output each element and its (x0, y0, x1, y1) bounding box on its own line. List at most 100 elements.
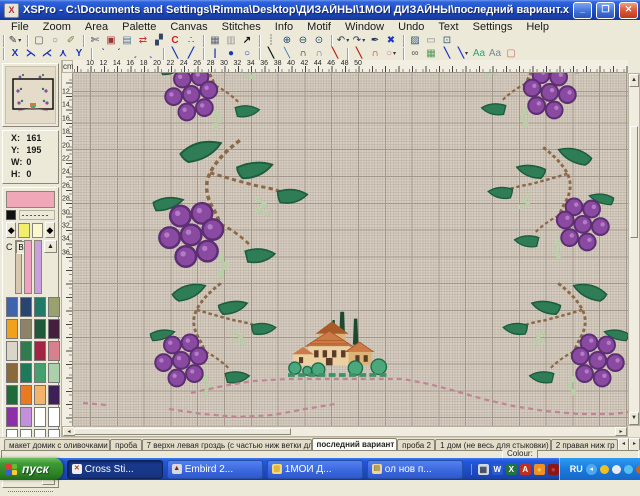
backstitch-beaded-button[interactable]: ╲ (279, 48, 295, 60)
special-stitch-alt-button[interactable]: ╲▾ (455, 48, 471, 60)
pen-button[interactable]: ✒ (367, 35, 383, 47)
copy-motif-button[interactable]: ▣ (103, 35, 119, 47)
excel-icon[interactable]: X (506, 464, 517, 475)
palette-swatch[interactable] (34, 319, 46, 339)
half-cross-left-button[interactable]: ⋋ (23, 48, 39, 60)
palette-swatch[interactable] (6, 385, 18, 405)
menu-stitches[interactable]: Stitches (215, 21, 268, 34)
pattern-preview[interactable] (5, 66, 56, 124)
scroll-down-arrow[interactable]: ▼ (629, 412, 639, 425)
task-button-3[interactable]: ▆1МОИ Д... (267, 460, 363, 479)
tray-chevron-icon[interactable]: ◂ (586, 464, 597, 475)
thread-column-3[interactable] (34, 240, 42, 294)
menu-zoom[interactable]: Zoom (36, 21, 78, 34)
save-motif-button[interactable]: ▥ (223, 35, 239, 47)
menu-text[interactable]: Text (431, 21, 465, 34)
palette-swatch[interactable] (6, 319, 18, 339)
grid-select-button[interactable]: ▢ (503, 48, 519, 60)
menu-motif[interactable]: Motif (300, 21, 338, 34)
redo-button[interactable]: ↷▾ (351, 35, 367, 47)
paste-motif-button[interactable]: ▤ (119, 35, 135, 47)
palette-swatch[interactable] (34, 341, 46, 361)
quarter-bl-button[interactable]: ˏ (127, 48, 143, 60)
highlight-color-1[interactable] (18, 223, 29, 238)
thick-backstitch-button[interactable]: ╲ (351, 48, 367, 60)
mirror-motif-button[interactable]: ▞ (151, 35, 167, 47)
vertical-scroll-thumb[interactable] (630, 126, 638, 238)
thick-curve-button[interactable]: ∩ (367, 48, 383, 60)
menu-canvas[interactable]: Canvas (163, 21, 214, 34)
menu-file[interactable]: File (4, 21, 36, 34)
palette-swatch[interactable] (20, 297, 32, 317)
text-tool-alt-button[interactable]: Aa (487, 48, 503, 60)
select-rect-button[interactable]: ▢ (31, 35, 47, 47)
backstitch-style-sample[interactable] (19, 210, 55, 220)
curve-stitch-button[interactable]: ∩ (295, 48, 311, 60)
highlight-color-2[interactable] (32, 223, 43, 238)
text-tool-button[interactable]: Aa (471, 48, 487, 60)
cut-motif-button[interactable]: ✄ (87, 35, 103, 47)
menu-window[interactable]: Window (338, 21, 391, 34)
pencil-tool-dropdown-icon[interactable]: ▾ (18, 37, 21, 44)
language-indicator[interactable]: RU (570, 464, 583, 474)
stitch-color-square[interactable] (6, 210, 16, 220)
menu-help[interactable]: Help (519, 21, 556, 34)
pencil-tool-button[interactable]: ✎▾ (7, 35, 23, 47)
bead-button[interactable]: ● (223, 48, 239, 60)
special-stitch-alt-dropdown-icon[interactable]: ▾ (465, 50, 468, 57)
menu-info[interactable]: Info (268, 21, 300, 34)
next-color-button[interactable]: ◆ (45, 222, 55, 238)
outline-bead-button[interactable]: ○ (239, 48, 255, 60)
palette-scroll-up[interactable]: ▲ (44, 240, 57, 253)
task-button-2[interactable]: ▲Embird 2... (167, 460, 263, 479)
vertical-stitch-button[interactable]: | (207, 48, 223, 60)
menu-settings[interactable]: Settings (466, 21, 520, 34)
palette-swatch[interactable] (34, 385, 46, 405)
corner-motif-button[interactable]: ∴ (183, 35, 199, 47)
palette-swatch[interactable] (48, 363, 60, 383)
stitch-guide-button[interactable]: ┊ (263, 35, 279, 47)
select-lasso-button[interactable]: ○ (47, 35, 63, 47)
tray-update-icon[interactable] (636, 465, 640, 474)
quarter-br-button[interactable]: ˎ (143, 48, 159, 60)
menu-area[interactable]: Area (78, 21, 115, 34)
scroll-right-arrow[interactable]: ▸ (615, 427, 627, 436)
palette-swatch[interactable] (6, 297, 18, 317)
restore-button[interactable]: ❐ (596, 2, 615, 19)
palette-swatch[interactable] (6, 341, 18, 361)
half-stitch-fwd-button[interactable]: ╱ (183, 48, 199, 60)
quarter-tr-button[interactable]: ˊ (111, 48, 127, 60)
palette-swatch[interactable] (34, 407, 46, 427)
half-cross-right-button[interactable]: ⋌ (39, 48, 55, 60)
undo-dropdown-icon[interactable]: ▾ (346, 37, 349, 44)
palette-swatch[interactable] (48, 407, 60, 427)
hoop-circle-dropdown-icon[interactable]: ▾ (393, 50, 396, 57)
palette-swatch[interactable] (34, 363, 46, 383)
palette-swatch[interactable] (6, 407, 18, 427)
backstitch-button[interactable]: ╲ (263, 48, 279, 60)
design-canvas[interactable] (73, 73, 629, 426)
red-ball-icon[interactable]: ● (548, 464, 559, 475)
motif-library-button[interactable]: ▦ (207, 35, 223, 47)
palette-swatch[interactable] (48, 319, 60, 339)
horizontal-scroll-thumb[interactable] (74, 428, 291, 435)
prev-color-button[interactable]: ◆ (6, 222, 16, 238)
rotate-motif-button[interactable]: C (167, 35, 183, 47)
special-stitch-button[interactable]: ╲ (439, 48, 455, 60)
curve-beaded-button[interactable]: ∩ (311, 48, 327, 60)
new-page-button[interactable]: ▭ (423, 35, 439, 47)
select-freeform-button[interactable]: ✐ (63, 35, 79, 47)
pointer-button[interactable]: ↗ (239, 35, 255, 47)
palette-swatch[interactable] (34, 297, 46, 317)
task-button-4[interactable]: ▤ол нов п... (367, 460, 463, 479)
palette-swatch[interactable] (48, 385, 60, 405)
menu-palette[interactable]: Palette (115, 21, 163, 34)
full-cross-button[interactable]: X (7, 48, 23, 60)
delete-stitch-button[interactable]: ✖ (383, 35, 399, 47)
horizontal-scrollbar[interactable]: ◂ ▸ (62, 426, 628, 437)
vertical-scrollbar[interactable]: ▲ ▼ (628, 73, 640, 426)
tray-yellow-icon[interactable] (600, 465, 609, 474)
palette-swatch[interactable] (20, 363, 32, 383)
upright-cross-button[interactable]: Y (71, 48, 87, 60)
palette-swatch[interactable] (48, 341, 60, 361)
